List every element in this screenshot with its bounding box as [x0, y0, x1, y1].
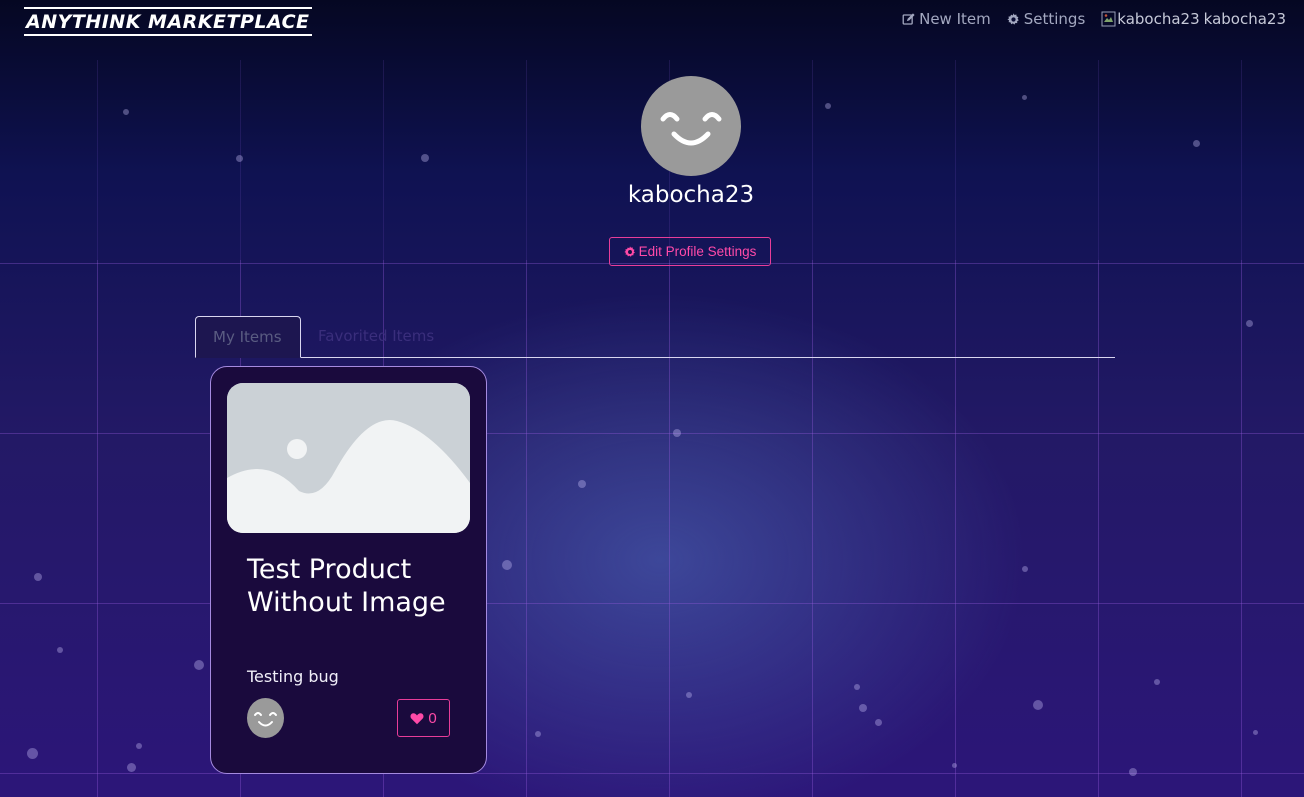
new-item-label: New Item [919, 10, 991, 28]
item-description: Testing bug [247, 667, 339, 686]
profile-username: kabocha23 [627, 182, 755, 208]
edit-icon [902, 12, 915, 25]
gear-icon [623, 245, 635, 257]
settings-link[interactable]: Settings [1007, 10, 1086, 28]
edit-profile-settings-button[interactable]: Edit Profile Settings [609, 237, 771, 266]
brand-logo[interactable]: ANYTHINK MARKETPLACE [24, 7, 312, 36]
tab-favorited-items[interactable]: Favorited Items [301, 316, 451, 357]
item-image-placeholder[interactable] [227, 383, 470, 533]
user-avatar-broken-image: kabocha23 [1101, 10, 1200, 28]
edit-profile-label: Edit Profile Settings [638, 244, 757, 259]
item-card[interactable]: Test Product Without Image Testing bug 0 [210, 366, 487, 774]
gear-icon [1007, 12, 1019, 25]
item-title[interactable]: Test Product Without Image [247, 553, 457, 619]
seller-avatar[interactable] [247, 698, 284, 738]
favorite-count: 0 [428, 709, 437, 727]
nav-username: kabocha23 [1203, 10, 1286, 28]
broken-image-icon [1101, 11, 1116, 27]
profile-avatar [641, 76, 741, 176]
favorite-button[interactable]: 0 [397, 699, 450, 737]
tab-my-items[interactable]: My Items [195, 316, 301, 358]
top-nav: New Item Settings kabocha23 kabocha23 [902, 10, 1286, 28]
user-avatar-alt-text: kabocha23 [1117, 10, 1200, 28]
item-tabs: My Items Favorited Items [195, 316, 1115, 358]
settings-label: Settings [1023, 10, 1086, 28]
new-item-link[interactable]: New Item [902, 10, 991, 28]
image-placeholder-icon [227, 383, 470, 533]
user-profile-link[interactable]: kabocha23 kabocha23 [1101, 10, 1286, 28]
heart-icon [410, 712, 424, 724]
